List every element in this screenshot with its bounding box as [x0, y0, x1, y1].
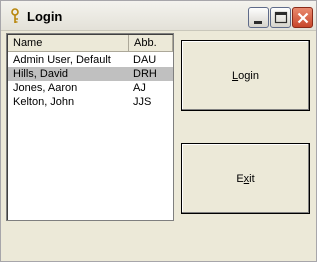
user-name: Jones, Aaron — [13, 82, 78, 94]
maximize-icon — [274, 11, 288, 24]
minimize-icon — [254, 21, 262, 24]
user-list[interactable]: Name Abb. Admin User, Default DAU Hills,… — [6, 33, 174, 221]
column-header-abb[interactable]: Abb. — [129, 35, 173, 52]
login-window: Login Name Abb. Admin User, Default DAU … — [0, 0, 317, 262]
list-item[interactable]: Admin User, Default DAU — [8, 53, 173, 67]
window-title: Login — [27, 9, 63, 24]
user-abbreviation: DRH — [133, 68, 157, 80]
title-bar[interactable]: Login — [1, 1, 316, 31]
user-abbreviation: JJS — [133, 96, 152, 108]
exit-button[interactable]: Exit — [181, 143, 310, 214]
list-item-selected[interactable]: Hills, David DRH — [8, 67, 173, 81]
key-icon — [8, 8, 22, 24]
minimize-button[interactable] — [248, 7, 269, 28]
user-name: Kelton, John — [13, 96, 75, 108]
user-name: Hills, David — [13, 68, 69, 80]
user-name: Admin User, Default — [13, 54, 111, 66]
close-button[interactable] — [292, 7, 313, 28]
exit-button-label: Exit — [236, 172, 255, 185]
column-header-name[interactable]: Name — [8, 35, 129, 52]
login-button[interactable]: Login — [181, 40, 310, 111]
list-header: Name Abb. — [8, 35, 173, 52]
login-button-label: Login — [232, 69, 259, 82]
list-item[interactable]: Jones, Aaron AJ — [8, 81, 173, 95]
user-abbreviation: DAU — [133, 54, 157, 66]
maximize-button[interactable] — [270, 7, 291, 28]
close-icon — [297, 12, 309, 24]
list-rows: Admin User, Default DAU Hills, David DRH… — [8, 53, 173, 109]
list-item[interactable]: Kelton, John JJS — [8, 95, 173, 109]
user-abbreviation: AJ — [133, 82, 146, 94]
